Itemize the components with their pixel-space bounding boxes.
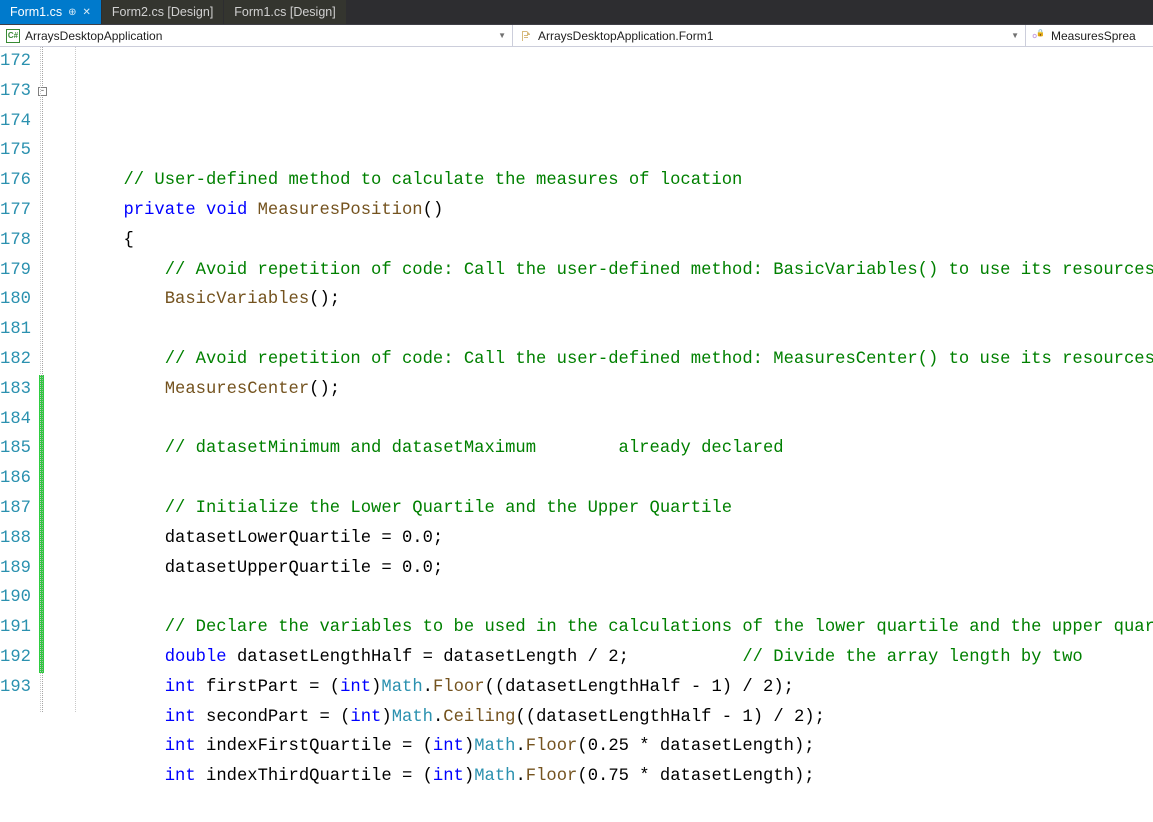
line-number: 182 [0, 345, 31, 375]
line-number: 187 [0, 494, 31, 524]
line-number: 193 [0, 673, 31, 703]
pin-icon[interactable]: ⊕ [68, 7, 76, 18]
line-number: 189 [0, 554, 31, 584]
nav-member-label: MeasuresSprea [1051, 29, 1136, 43]
code-line[interactable]: // Initialize the Lower Quartile and the… [41, 494, 1153, 524]
code-line[interactable]: MeasuresCenter(); [41, 375, 1153, 405]
line-number: 186 [0, 464, 31, 494]
document-tab[interactable]: Form1.cs ⊕ ✕ [0, 0, 102, 24]
code-line[interactable]: // Avoid repetition of code: Call the us… [41, 256, 1153, 286]
nav-scope-label: ArraysDesktopApplication [25, 29, 162, 43]
code-line[interactable]: int indexFirstQuartile = (int)Math.Floor… [41, 732, 1153, 762]
tab-label: Form1.cs [10, 5, 62, 19]
code-line[interactable] [41, 583, 1153, 613]
code-line[interactable]: int indexThirdQuartile = (int)Math.Floor… [41, 762, 1153, 792]
line-number: 183 [0, 375, 31, 405]
method-icon: 🔒 [1032, 29, 1046, 43]
line-number: 179 [0, 256, 31, 286]
csharp-file-icon: C# [6, 29, 20, 43]
code-editor[interactable]: 1721731741751761771781791801811821831841… [0, 47, 1153, 712]
chevron-down-icon: ▼ [1011, 31, 1019, 40]
document-tab-bar: Form1.cs ⊕ ✕ Form2.cs [Design] Form1.cs [Des… [0, 0, 1153, 25]
code-line[interactable] [41, 792, 1153, 822]
code-line[interactable]: int secondPart = (int)Math.Ceiling((data… [41, 703, 1153, 733]
close-icon[interactable]: ✕ [82, 7, 90, 18]
line-number: 185 [0, 434, 31, 464]
tab-label: Form2.cs [Design] [112, 5, 213, 19]
line-number: 176 [0, 166, 31, 196]
nav-class-dropdown[interactable]: ArraysDesktopApplication.Form1 ▼ [513, 25, 1026, 46]
nav-scope-dropdown[interactable]: C# ArraysDesktopApplication ▼ [0, 25, 513, 46]
line-number: 180 [0, 285, 31, 315]
line-number: 181 [0, 315, 31, 345]
code-line[interactable] [41, 464, 1153, 494]
line-number: 188 [0, 524, 31, 554]
document-tab[interactable]: Form2.cs [Design] [102, 0, 224, 24]
line-number-gutter: 1721731741751761771781791801811821831841… [0, 47, 39, 712]
chevron-down-icon: ▼ [498, 31, 506, 40]
document-tab[interactable]: Form1.cs [Design] [224, 0, 346, 24]
code-line[interactable]: double datasetLengthHalf = datasetLength… [41, 643, 1153, 673]
code-line[interactable]: int firstPart = (int)Math.Floor((dataset… [41, 673, 1153, 703]
line-number: 172 [0, 47, 31, 77]
code-line[interactable]: private void MeasuresPosition() [41, 196, 1153, 226]
line-number: 191 [0, 613, 31, 643]
navigation-bar: C# ArraysDesktopApplication ▼ ArraysDesk… [0, 25, 1153, 47]
code-line[interactable]: datasetUpperQuartile = 0.0; [41, 554, 1153, 584]
nav-member-dropdown[interactable]: 🔒 MeasuresSprea [1026, 25, 1153, 46]
line-number: 173 [0, 77, 31, 107]
code-area[interactable]: // User-defined method to calculate the … [39, 47, 1153, 712]
line-number: 192 [0, 643, 31, 673]
code-line[interactable]: // datasetMinimum and datasetMaximum alr… [41, 434, 1153, 464]
nav-class-label: ArraysDesktopApplication.Form1 [538, 29, 713, 43]
line-number: 178 [0, 226, 31, 256]
line-number: 190 [0, 583, 31, 613]
line-number: 184 [0, 405, 31, 435]
code-line[interactable]: // Declare the variables to be used in t… [41, 613, 1153, 643]
code-line[interactable]: datasetLowerQuartile = 0.0; [41, 524, 1153, 554]
line-number: 175 [0, 136, 31, 166]
code-line[interactable]: { [41, 226, 1153, 256]
line-number: 177 [0, 196, 31, 226]
class-icon [519, 29, 533, 43]
code-line[interactable] [41, 405, 1153, 435]
code-line[interactable]: // Avoid repetition of code: Call the us… [41, 345, 1153, 375]
code-line[interactable]: // User-defined method to calculate the … [41, 166, 1153, 196]
code-line[interactable] [41, 315, 1153, 345]
code-line[interactable]: BasicVariables(); [41, 285, 1153, 315]
tab-label: Form1.cs [Design] [234, 5, 335, 19]
line-number: 174 [0, 107, 31, 137]
